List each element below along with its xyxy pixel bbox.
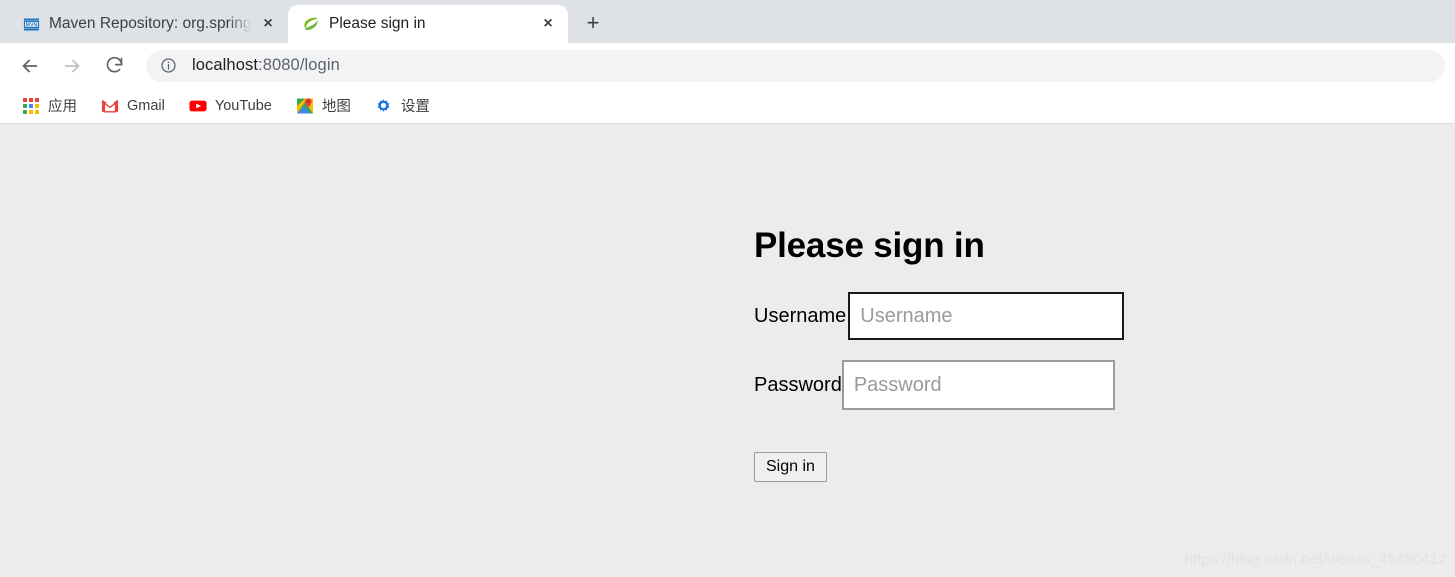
- address-bar[interactable]: localhost:8080/login: [146, 49, 1445, 82]
- bookmarks-bar: 应用 Gmail YouTube 地图 设置: [0, 88, 1455, 124]
- bookmark-label: 地图: [321, 99, 351, 115]
- close-icon[interactable]: ×: [538, 14, 558, 34]
- sign-in-button[interactable]: Sign in: [754, 452, 827, 482]
- bookmark-label: 设置: [400, 99, 430, 115]
- close-icon[interactable]: ×: [258, 14, 278, 34]
- reload-icon[interactable]: [96, 48, 132, 84]
- youtube-icon: [189, 97, 207, 115]
- apps-grid-icon: [22, 97, 40, 115]
- bookmark-maps[interactable]: 地图: [288, 92, 359, 120]
- gmail-icon: [101, 97, 119, 115]
- watermark: https://blog.csdn.net/weixin_45450412: [1184, 551, 1447, 568]
- browser-window: MVN Maven Repository: org.springf × Plea…: [0, 0, 1455, 577]
- new-tab-button[interactable]: +: [574, 6, 612, 40]
- page-title: Please sign in: [754, 226, 985, 265]
- browser-toolbar: localhost:8080/login: [0, 43, 1455, 88]
- tab-strip: MVN Maven Repository: org.springf × Plea…: [0, 0, 1455, 43]
- bookmark-youtube[interactable]: YouTube: [181, 92, 280, 120]
- password-input[interactable]: [841, 360, 1115, 410]
- google-maps-icon: [296, 97, 314, 115]
- back-arrow-icon[interactable]: [12, 48, 48, 84]
- password-label: Password: [754, 374, 842, 396]
- bookmark-label: 应用: [48, 99, 77, 115]
- sign-in-form: Please sign in Username Password Sign in: [754, 228, 1174, 482]
- username-row: Username: [754, 292, 1174, 340]
- password-row: Password: [754, 360, 1174, 410]
- url-host: localhost: [192, 56, 259, 74]
- tab-title: Maven Repository: org.springf: [49, 15, 252, 32]
- spring-leaf-icon: [302, 15, 320, 33]
- username-label: Username: [754, 305, 847, 327]
- bookmark-label: Gmail: [127, 97, 165, 114]
- settings-gear-icon: [375, 97, 393, 115]
- url-path: :8080/login: [258, 56, 340, 74]
- username-input[interactable]: [848, 292, 1125, 340]
- bookmark-settings[interactable]: 设置: [367, 92, 438, 120]
- forward-arrow-icon: [54, 48, 90, 84]
- tab-maven-repository[interactable]: MVN Maven Repository: org.springf ×: [8, 5, 288, 43]
- maven-icon: MVN: [22, 15, 40, 33]
- bookmark-gmail[interactable]: Gmail: [93, 92, 173, 120]
- page-viewport: Please sign in Username Password Sign in…: [0, 125, 1455, 577]
- address-bar-url: localhost:8080/login: [192, 56, 340, 75]
- tab-please-sign-in[interactable]: Please sign in ×: [288, 5, 568, 43]
- svg-text:MVN: MVN: [25, 22, 37, 28]
- site-info-icon[interactable]: [160, 57, 180, 74]
- tab-title: Please sign in: [329, 15, 426, 32]
- bookmark-apps[interactable]: 应用: [14, 92, 85, 120]
- bookmark-label: YouTube: [214, 97, 272, 114]
